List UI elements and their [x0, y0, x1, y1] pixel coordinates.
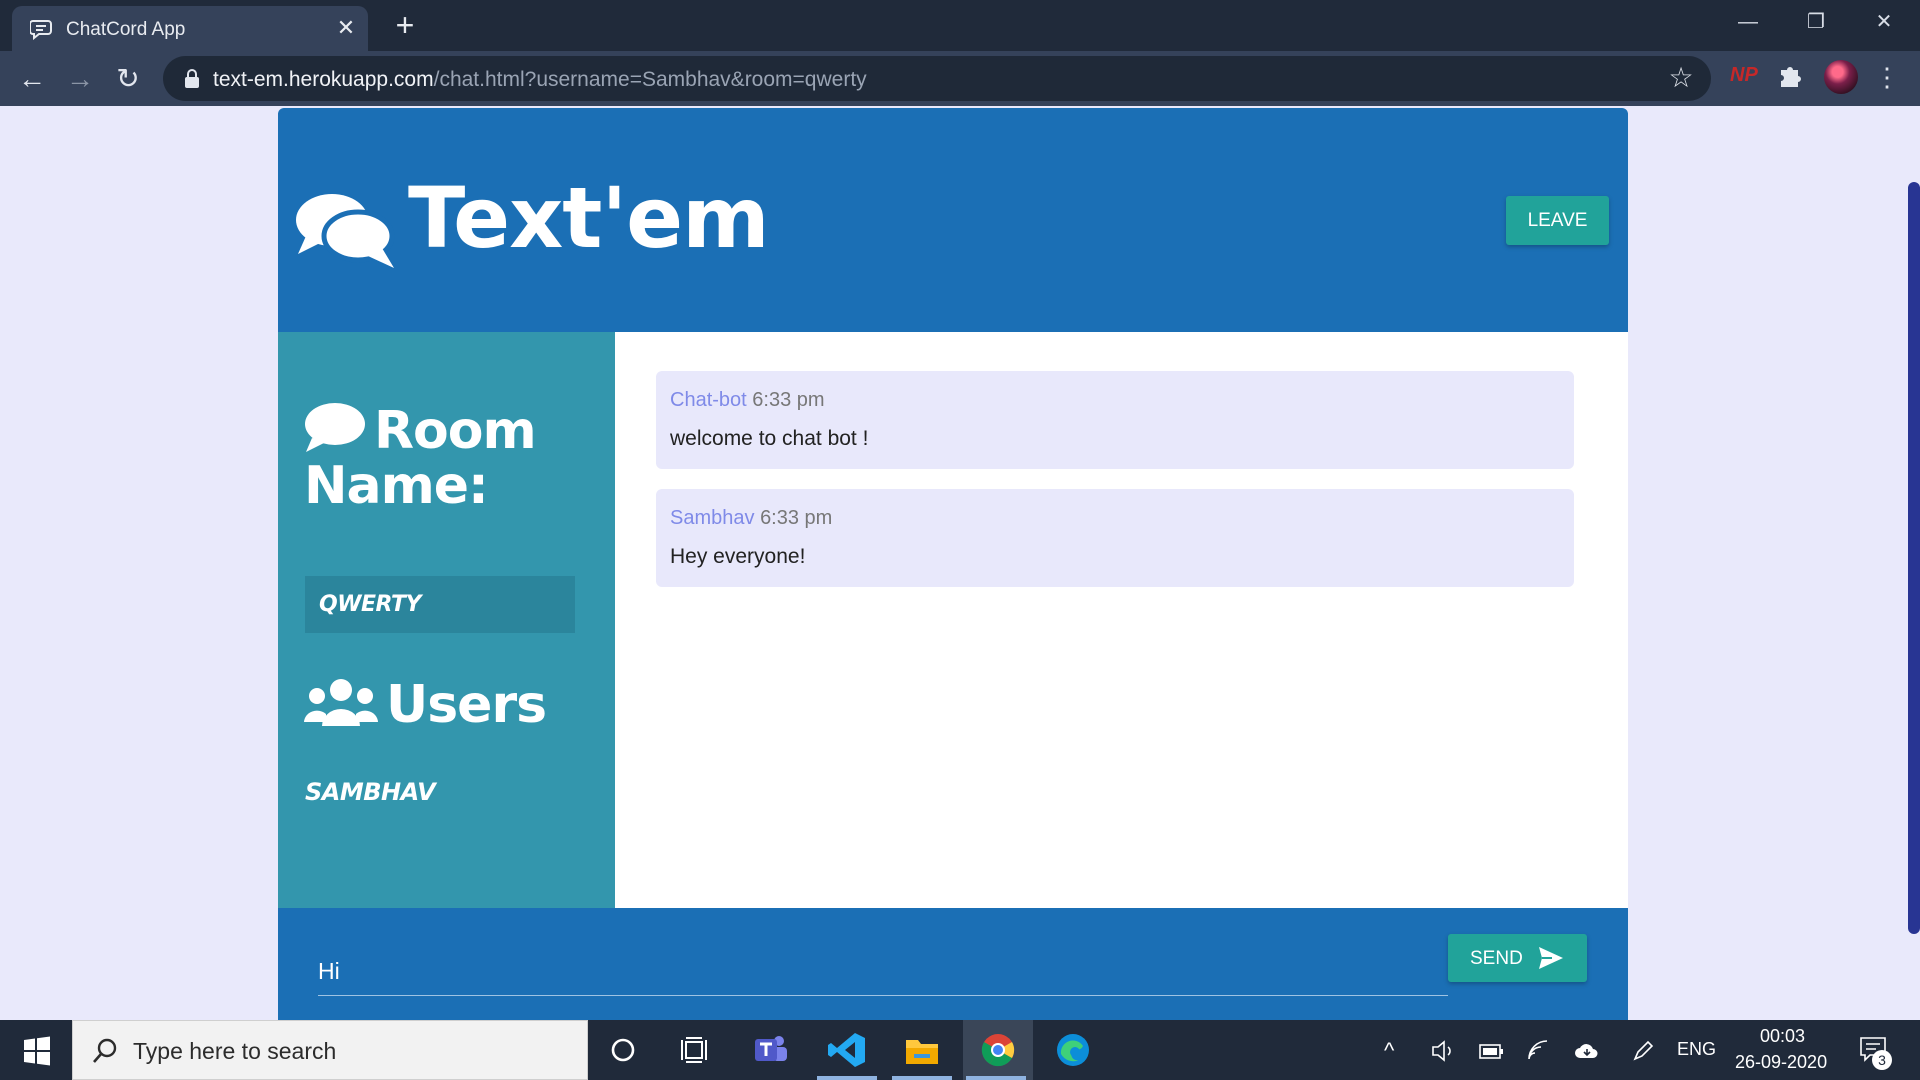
send-button[interactable]: SEND: [1448, 934, 1587, 982]
os-taskbar: Type here to search ^ ENG 00:03 26-09-20…: [0, 1020, 1920, 1080]
url-host: text-em.herokuapp.com: [213, 68, 434, 91]
pen-icon[interactable]: [1630, 1038, 1656, 1064]
leave-button[interactable]: LEAVE: [1506, 196, 1609, 245]
message-username: Chat-bot: [670, 389, 747, 411]
cortana-icon[interactable]: [601, 1030, 645, 1070]
users-heading: Users: [304, 675, 547, 735]
message-item: Sambhav 6:33 pm Hey everyone!: [656, 489, 1574, 587]
forward-arrow-icon[interactable]: →: [62, 61, 98, 97]
close-window-icon[interactable]: ✕: [1854, 4, 1914, 40]
windows-start-icon[interactable]: [14, 1034, 60, 1068]
users-heading-label: Users: [386, 675, 547, 735]
scrollbar-thumb[interactable]: [1908, 182, 1920, 934]
browser-toolbar: ← → ↻ text-em.herokuapp.com/chat.html?us…: [0, 51, 1920, 106]
message-input[interactable]: [318, 948, 1448, 996]
url-text: text-em.herokuapp.com/chat.html?username…: [213, 68, 867, 92]
notification-count-badge: 3: [1872, 1050, 1892, 1070]
message-form: SEND: [278, 908, 1628, 1020]
close-tab-icon[interactable]: ✕: [332, 14, 360, 42]
clock-time[interactable]: 00:03: [1760, 1026, 1805, 1047]
onedrive-cloud-icon[interactable]: [1574, 1038, 1600, 1064]
clock-date[interactable]: 26-09-2020: [1735, 1052, 1827, 1073]
profile-avatar[interactable]: [1824, 60, 1858, 94]
bookmark-star-icon[interactable]: ☆: [1665, 62, 1697, 94]
address-bar[interactable]: text-em.herokuapp.com/chat.html?username…: [163, 56, 1711, 101]
tab-title: ChatCord App: [66, 19, 186, 40]
back-arrow-icon[interactable]: ←: [14, 61, 50, 97]
browser-tab-bar: ChatCord App ✕ + — ❐ ✕: [0, 0, 1920, 51]
edge-icon[interactable]: [1051, 1030, 1095, 1070]
chat-sidebar: Room Name: QWERTY Users SAMBHAV: [278, 332, 615, 908]
message-meta: Sambhav 6:33 pm: [670, 507, 832, 530]
search-placeholder: Type here to search: [133, 1038, 337, 1064]
vscode-active-indicator: [817, 1076, 877, 1080]
comment-icon: [305, 403, 365, 452]
message-time: 6:33 pm: [752, 389, 825, 411]
menu-dots-icon[interactable]: ⋮: [1872, 61, 1902, 93]
app-logo-text: Text'em: [408, 169, 770, 267]
send-button-label: SEND: [1470, 948, 1523, 969]
user-list-item: SAMBHAV: [305, 778, 436, 806]
reload-icon[interactable]: ↻: [110, 61, 146, 97]
chat-bubble-icon: [30, 20, 52, 40]
user-list: SAMBHAV: [305, 778, 436, 806]
restore-icon[interactable]: ❐: [1786, 4, 1846, 40]
wifi-icon[interactable]: [1526, 1038, 1552, 1064]
page-viewport: Text'em LEAVE Room Name: QWERTY Users SA…: [0, 106, 1920, 1020]
message-item: Chat-bot 6:33 pm welcome to chat bot !: [656, 371, 1574, 469]
battery-icon[interactable]: [1478, 1038, 1504, 1064]
chat-messages: Chat-bot 6:33 pm welcome to chat bot ! S…: [615, 332, 1628, 908]
paper-plane-icon: [1539, 947, 1563, 969]
chat-header: Text'em LEAVE: [278, 108, 1628, 332]
task-view-icon[interactable]: [674, 1030, 718, 1070]
explorer-active-indicator: [892, 1076, 952, 1080]
language-indicator[interactable]: ENG: [1677, 1039, 1716, 1060]
lock-icon: [185, 69, 199, 88]
browser-tab[interactable]: ChatCord App ✕: [12, 6, 368, 51]
comments-icon: [296, 194, 395, 268]
search-icon: [93, 1038, 117, 1063]
extension-np-icon[interactable]: NP: [1730, 64, 1758, 87]
message-text: welcome to chat bot !: [670, 427, 869, 450]
chat-container: Text'em LEAVE Room Name: QWERTY Users SA…: [278, 108, 1628, 1020]
vscode-icon[interactable]: [825, 1030, 869, 1070]
url-path: /chat.html?username=Sambhav&room=qwerty: [433, 68, 867, 91]
chrome-icon[interactable]: [976, 1030, 1020, 1070]
message-time: 6:33 pm: [760, 507, 833, 529]
message-meta: Chat-bot 6:33 pm: [670, 389, 825, 412]
taskbar-search-box[interactable]: Type here to search: [72, 1020, 588, 1080]
extensions-puzzle-icon[interactable]: [1776, 61, 1806, 91]
teams-icon[interactable]: [749, 1030, 793, 1070]
room-heading: Room Name:: [304, 402, 604, 513]
show-hidden-icons-icon[interactable]: ^: [1384, 1038, 1394, 1064]
chrome-active-indicator: [966, 1076, 1026, 1080]
file-explorer-icon[interactable]: [900, 1030, 944, 1070]
message-text: Hey everyone!: [670, 545, 806, 568]
volume-icon[interactable]: [1430, 1038, 1456, 1064]
users-icon: [304, 679, 378, 726]
room-name-value: QWERTY: [305, 576, 575, 633]
message-username: Sambhav: [670, 507, 755, 529]
minimize-icon[interactable]: —: [1718, 4, 1778, 40]
new-tab-icon[interactable]: +: [388, 8, 422, 42]
